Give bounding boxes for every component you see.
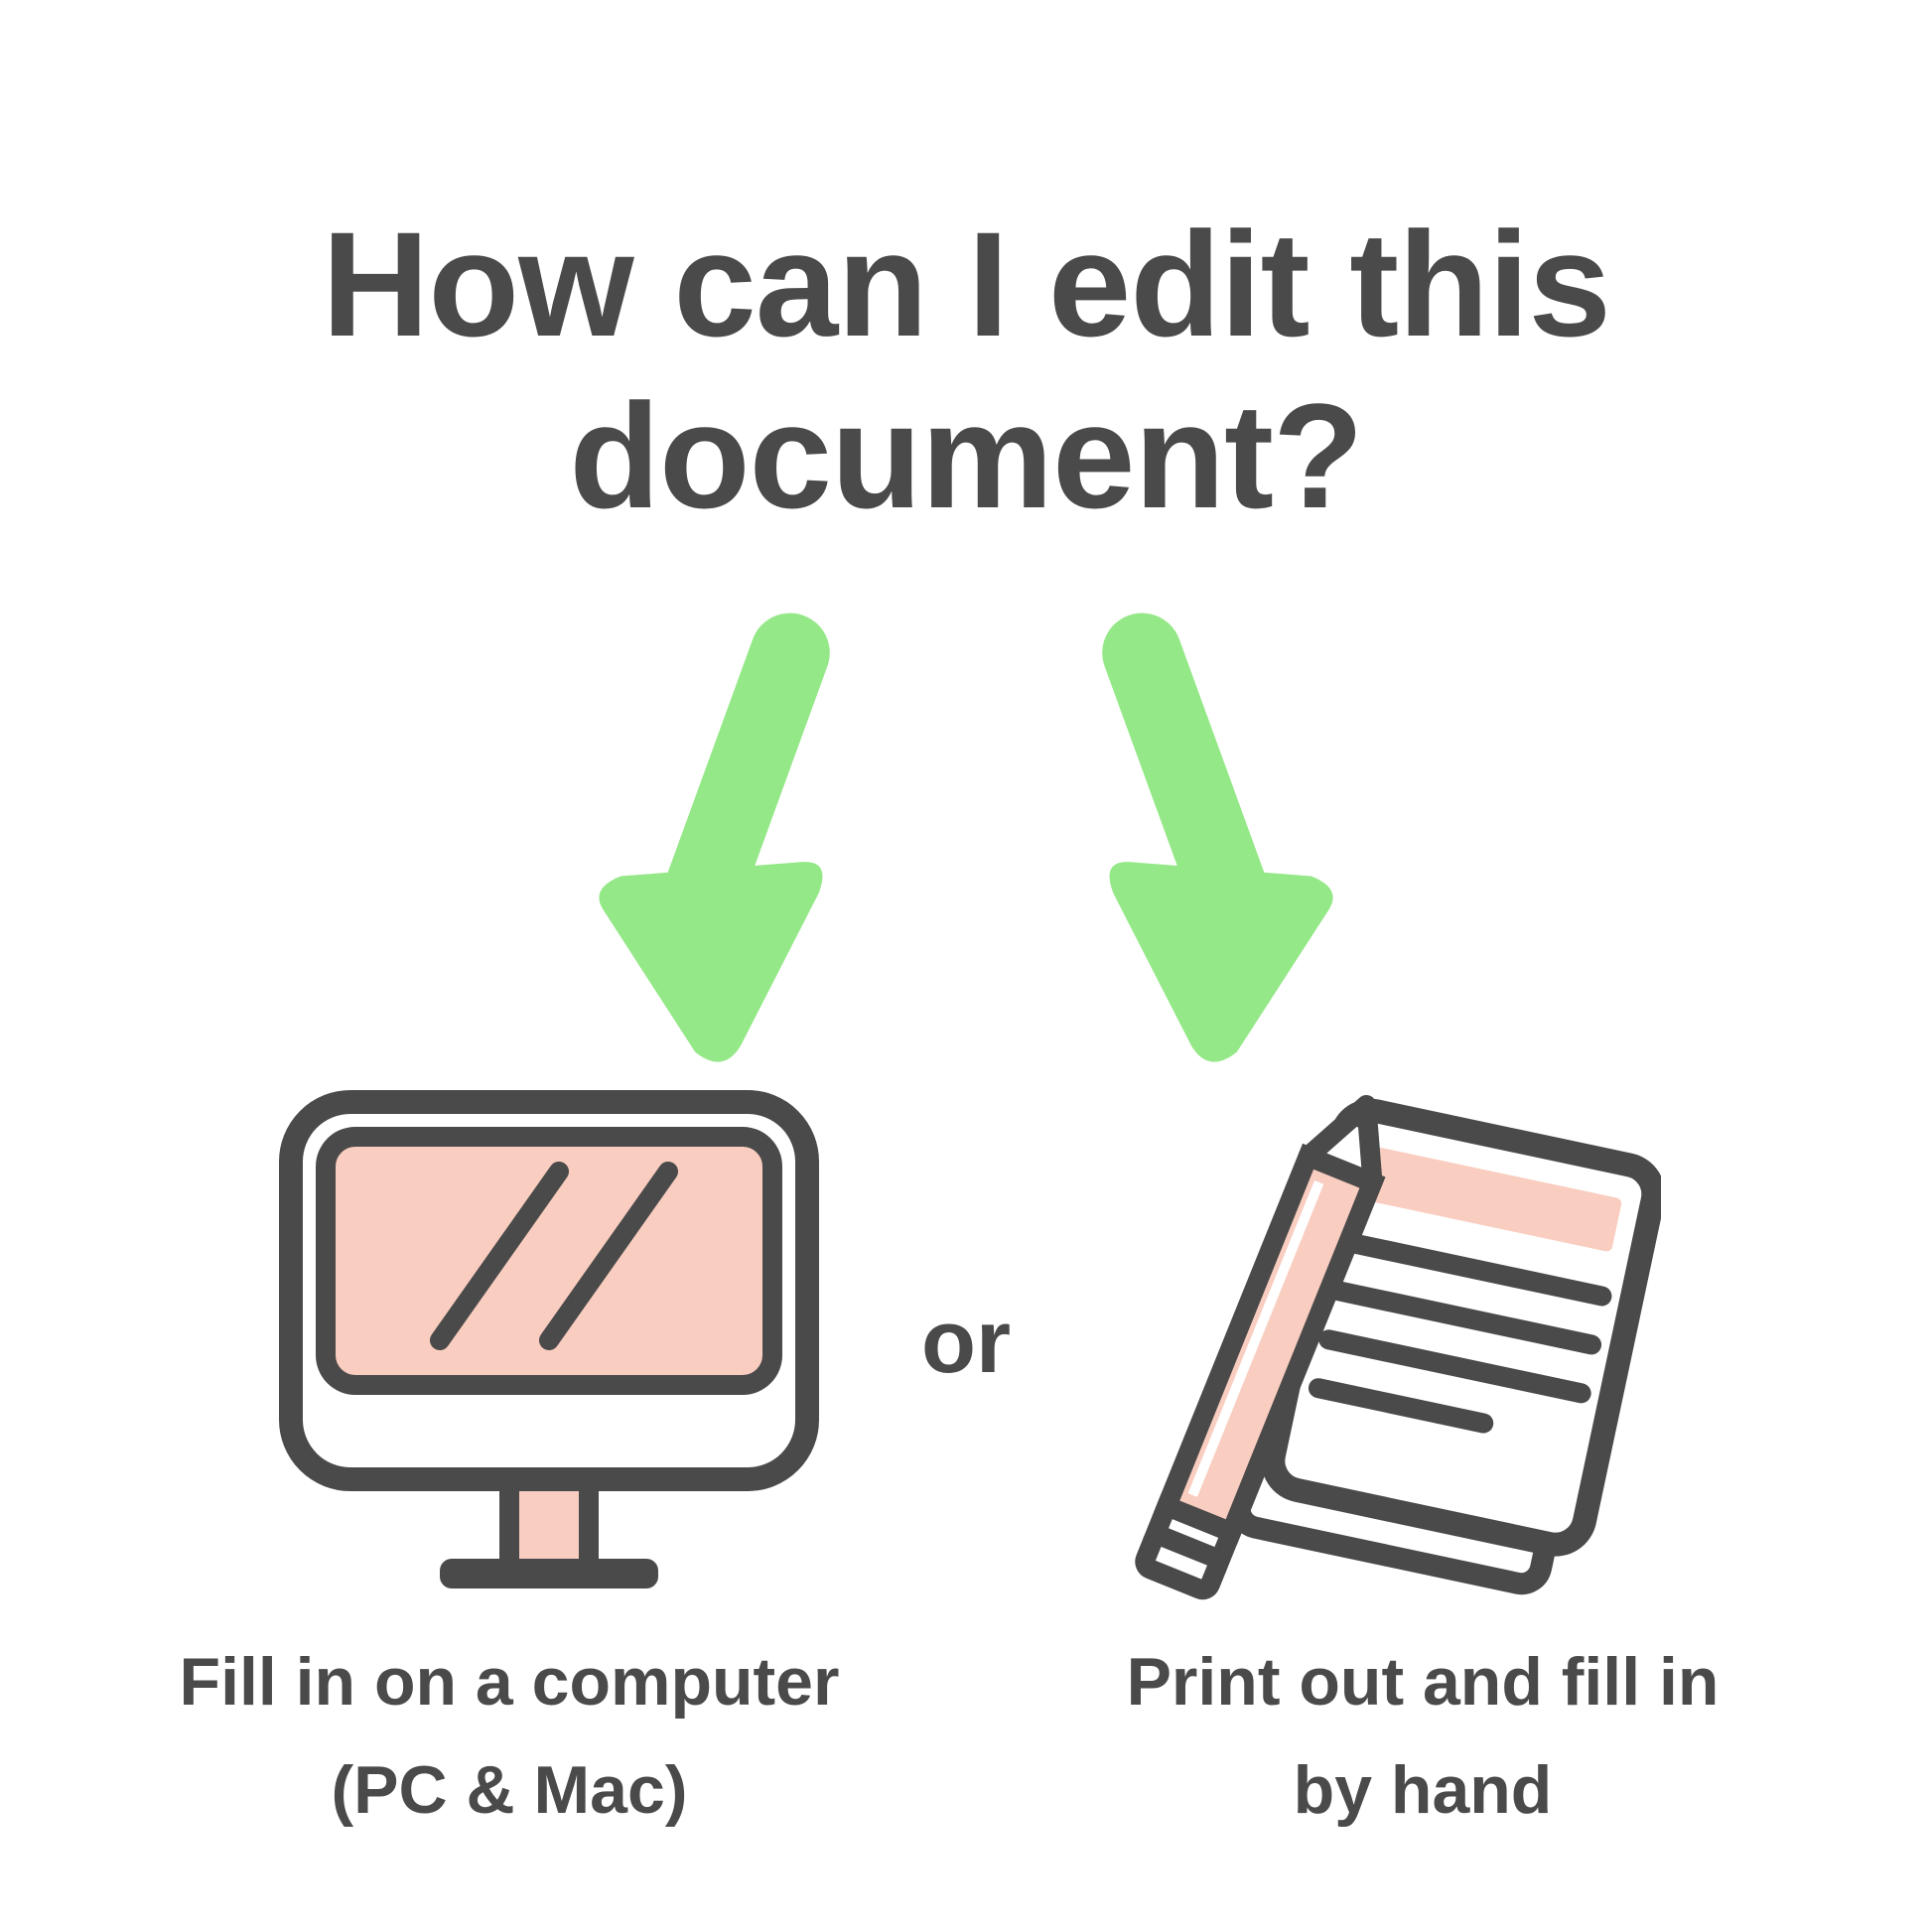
diagram-title: How can I edit this document?	[0, 199, 1932, 541]
option-print	[1065, 1072, 1701, 1613]
arrows-row	[0, 576, 1932, 1092]
diagram-stage: How can I edit this document?	[0, 0, 1932, 1932]
computer-monitor-icon	[271, 1082, 827, 1603]
arrow-right-icon	[1045, 576, 1343, 1092]
icons-row: or	[0, 1072, 1932, 1613]
caption-line: (PC & Mac)	[122, 1736, 897, 1845]
arrow-left-icon	[589, 576, 887, 1092]
caption-print: Print out and fill in by hand	[1035, 1628, 1810, 1845]
caption-line: by hand	[1035, 1736, 1810, 1845]
separator-or: or	[897, 1292, 1035, 1394]
caption-computer: Fill in on a computer (PC & Mac)	[122, 1628, 897, 1845]
caption-line: Print out and fill in	[1035, 1628, 1810, 1736]
paper-and-pencil-icon	[1105, 1072, 1661, 1613]
caption-line: Fill in on a computer	[122, 1628, 897, 1736]
captions-row: Fill in on a computer (PC & Mac) Print o…	[0, 1628, 1932, 1845]
option-computer	[231, 1082, 867, 1603]
